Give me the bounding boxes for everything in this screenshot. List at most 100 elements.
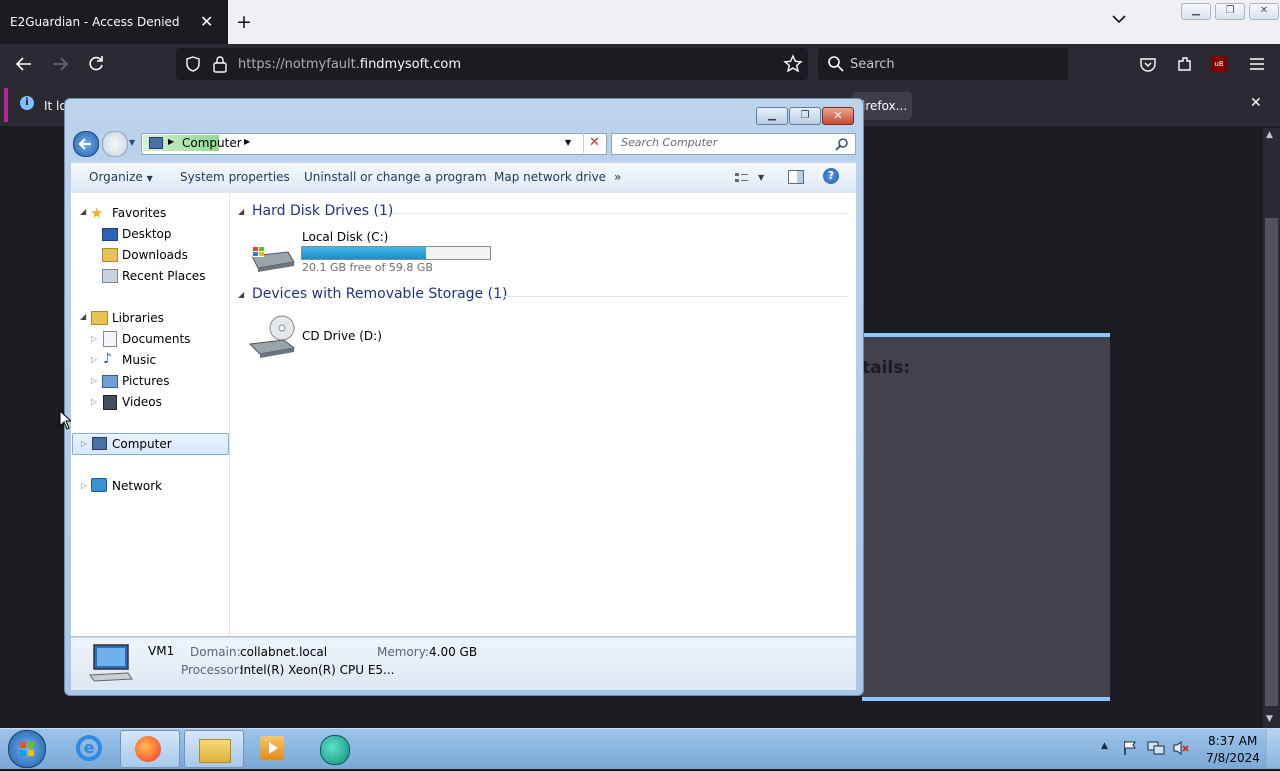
expand-arrow-icon[interactable]: ▷ <box>91 376 97 385</box>
show-hidden-icons[interactable]: ▲ <box>1101 741 1108 751</box>
show-desktop-button[interactable] <box>1266 729 1280 768</box>
nav-documents[interactable]: Documents <box>122 332 190 346</box>
videos-icon <box>103 395 117 410</box>
expand-arrow-icon[interactable]: ▷ <box>81 439 87 448</box>
scroll-up-icon[interactable]: ▲ <box>1266 130 1273 140</box>
preview-pane-icon[interactable] <box>788 170 804 184</box>
explorer-forward-icon[interactable] <box>102 131 128 157</box>
nav-downloads[interactable]: Downloads <box>122 248 188 262</box>
start-button[interactable] <box>8 730 46 768</box>
domain-value: collabnet.local <box>240 645 328 659</box>
system-properties-button[interactable]: System properties <box>180 170 290 184</box>
volume-muted-icon[interactable] <box>1172 740 1190 760</box>
action-center-flag-icon[interactable] <box>1122 740 1138 760</box>
tab-close-icon[interactable]: ✕ <box>200 12 213 31</box>
collapse-group-icon[interactable]: ◢ <box>238 207 244 216</box>
group-removable-storage[interactable]: Devices with Removable Storage (1) <box>252 286 507 302</box>
expand-arrow-icon[interactable]: ▷ <box>91 355 97 364</box>
breadcrumb-arrow-icon[interactable]: ▶ <box>244 137 250 146</box>
expand-arrow-icon[interactable]: ▷ <box>81 481 87 490</box>
url-text[interactable]: https://notmyfault.findmysoft.com <box>238 57 461 72</box>
nav-favorites[interactable]: Favorites <box>112 206 166 220</box>
breadcrumb-arrow-icon[interactable]: ▶ <box>168 137 174 146</box>
nav-recent-places[interactable]: Recent Places <box>122 269 205 283</box>
downloads-folder-icon <box>102 248 118 262</box>
back-icon[interactable] <box>14 54 34 79</box>
extensions-icon[interactable] <box>1176 55 1194 77</box>
change-view-icon[interactable] <box>734 170 750 189</box>
explorer-close-icon[interactable]: ✕ <box>822 107 854 125</box>
nav-computer[interactable]: Computer <box>112 437 172 451</box>
forward-icon[interactable] <box>50 54 70 79</box>
recent-places-icon <box>102 269 118 283</box>
notification-accent <box>4 88 8 122</box>
expand-arrow-icon[interactable]: ▷ <box>91 334 97 343</box>
view-dropdown-icon[interactable]: ▼ <box>758 173 764 182</box>
shield-icon[interactable] <box>184 55 202 77</box>
firefox-icon <box>135 736 161 762</box>
taskbar-app[interactable] <box>306 730 364 766</box>
recent-pages-icon[interactable]: ▼ <box>129 138 135 147</box>
bookmark-star-icon[interactable] <box>783 54 803 78</box>
pictures-icon <box>102 375 118 388</box>
expand-libraries-icon[interactable]: ◢ <box>80 312 86 321</box>
scroll-down-icon[interactable]: ▼ <box>1266 714 1273 724</box>
expand-favorites-icon[interactable]: ◢ <box>80 207 86 216</box>
documents-icon <box>103 331 117 347</box>
taskbar-explorer[interactable] <box>184 730 244 768</box>
taskbar-internet-explorer[interactable]: e <box>60 730 118 766</box>
app-icon <box>320 735 350 765</box>
expand-arrow-icon[interactable]: ▷ <box>91 397 97 406</box>
nav-libraries[interactable]: Libraries <box>112 311 164 325</box>
uninstall-program-button[interactable]: Uninstall or change a program <box>304 170 487 184</box>
nav-videos[interactable]: Videos <box>122 395 162 409</box>
cd-drive-name[interactable]: CD Drive (D:) <box>302 329 382 343</box>
page-scrollbar-thumb[interactable] <box>1265 218 1278 706</box>
lock-icon[interactable] <box>212 55 228 77</box>
clock-time[interactable]: 8:37 AM <box>1208 734 1257 748</box>
new-tab-icon[interactable]: + <box>236 11 252 33</box>
music-icon: ♪ <box>103 351 112 367</box>
taskbar-firefox[interactable] <box>120 730 180 768</box>
address-dropdown-icon[interactable]: ▼ <box>565 138 571 147</box>
nav-desktop[interactable]: Desktop <box>122 227 172 241</box>
computer-small-icon <box>149 137 163 149</box>
notification-close-icon[interactable]: ✕ <box>1250 95 1262 111</box>
help-icon[interactable]: ? <box>823 168 839 184</box>
breadcrumb-computer[interactable]: Computer <box>182 136 242 150</box>
clock-date[interactable]: 7/8/2024 <box>1206 751 1260 765</box>
network-tray-icon[interactable] <box>1147 740 1165 760</box>
explorer-back-icon[interactable] <box>73 131 99 157</box>
restore-icon[interactable]: ❐ <box>1215 3 1245 20</box>
explorer-restore-icon[interactable]: ❐ <box>789 107 821 125</box>
more-commands-button[interactable]: » <box>614 170 621 184</box>
map-network-drive-button[interactable]: Map network drive <box>494 170 606 184</box>
explorer-minimize-icon[interactable]: ▁ <box>756 107 788 125</box>
search-icon <box>827 55 845 77</box>
group-divider <box>498 296 847 297</box>
taskbar-media-player[interactable] <box>244 730 302 766</box>
tab-title: E2Guardian - Access Denied <box>10 15 180 29</box>
page-content-panel <box>862 333 1110 701</box>
local-disk-icon[interactable] <box>248 242 296 278</box>
ublock-extension-icon[interactable]: uB <box>1211 56 1227 72</box>
reload-icon[interactable] <box>86 54 106 79</box>
group-hard-disk-drives[interactable]: Hard Disk Drives (1) <box>252 203 393 219</box>
nav-network[interactable]: Network <box>112 479 162 493</box>
memory-label: Memory: <box>377 645 429 659</box>
organize-button[interactable]: Organize ▼ <box>89 170 153 184</box>
pocket-icon[interactable] <box>1139 55 1157 77</box>
close-window-icon[interactable]: ✕ <box>1249 3 1279 20</box>
computer-icon <box>92 437 107 450</box>
nav-pictures[interactable]: Pictures <box>122 374 170 388</box>
explorer-search-icon[interactable] <box>835 136 849 155</box>
local-disk-name[interactable]: Local Disk (C:) <box>302 230 388 244</box>
nav-music[interactable]: Music <box>122 353 156 367</box>
stop-icon[interactable]: ✕ <box>583 133 605 153</box>
search-placeholder: Search <box>850 57 895 72</box>
minimize-icon[interactable]: ▁ <box>1181 3 1211 20</box>
cd-drive-icon[interactable] <box>248 314 296 364</box>
collapse-group-icon[interactable]: ◢ <box>238 290 244 299</box>
menu-icon[interactable] <box>1248 55 1266 77</box>
tab-list-icon[interactable] <box>1112 12 1126 28</box>
